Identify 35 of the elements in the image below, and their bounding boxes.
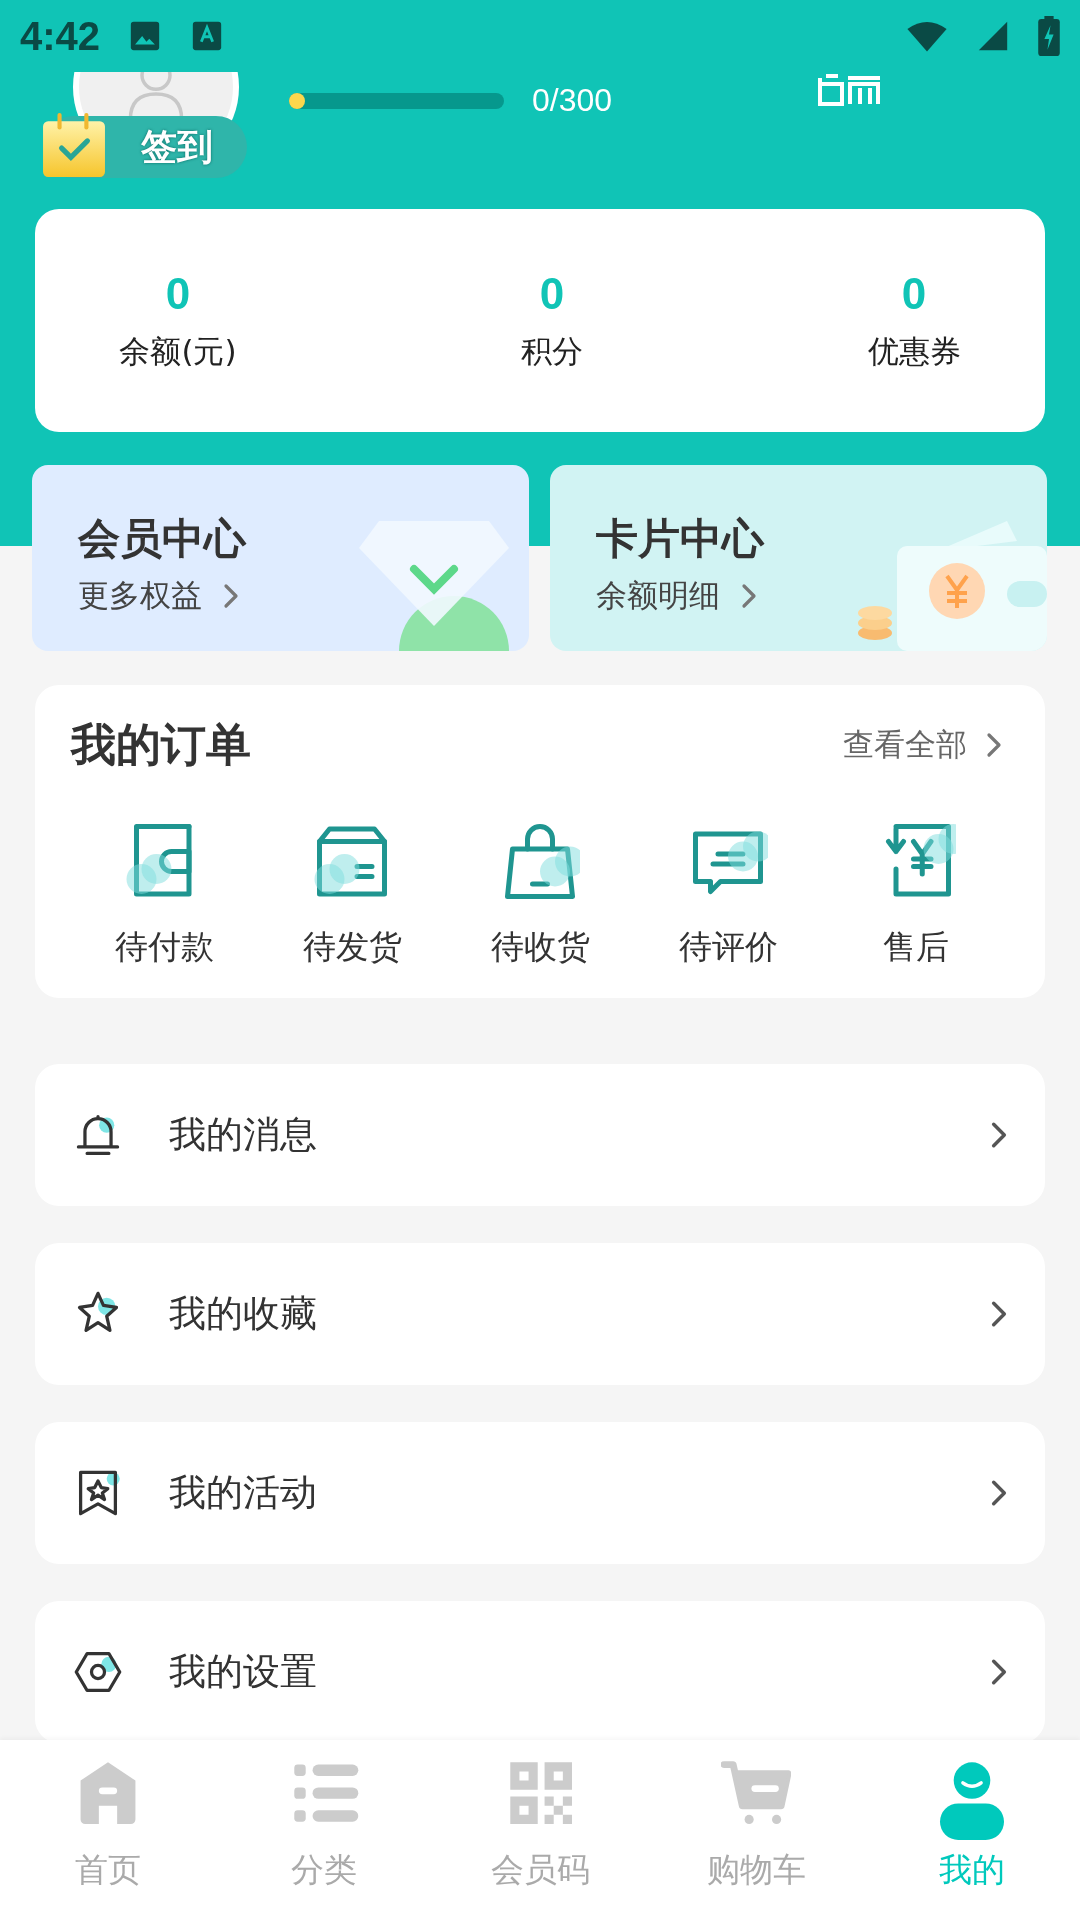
menu-row[interactable]: 我的消息: [35, 1064, 1045, 1206]
menu-row[interactable]: 我的收藏: [35, 1243, 1045, 1385]
order-status-button[interactable]: 待发货: [258, 819, 446, 970]
stat-label: 积分: [521, 331, 583, 371]
menu-label: 我的活动: [169, 1470, 318, 1516]
order-status-button[interactable]: 待收货: [446, 819, 634, 970]
calendar-check-icon: [43, 113, 105, 177]
signal-icon: [976, 19, 1010, 53]
promo-card[interactable]: 卡片中心 余额明细: [550, 465, 1047, 651]
section-title: 我的订单: [71, 717, 251, 773]
menu-label: 我的收藏: [169, 1291, 318, 1337]
menu-label: 我的消息: [169, 1112, 318, 1158]
view-all-link[interactable]: 查看全部: [843, 724, 1009, 766]
promo-title: 会员中心: [78, 513, 246, 565]
promo-title: 卡片中心: [596, 513, 764, 565]
menu-row[interactable]: 我的活动: [35, 1422, 1045, 1564]
order-status-button[interactable]: 待付款: [70, 819, 258, 970]
wifi-icon: [906, 19, 948, 53]
battery-icon: [1038, 16, 1060, 56]
status-time: 4:42: [20, 13, 101, 59]
promo-link[interactable]: 更多权益: [78, 575, 246, 617]
order-status-button[interactable]: 售后: [822, 819, 1010, 970]
progress-reading: 0/300: [532, 82, 613, 119]
promo-card[interactable]: 会员中心 更多权益: [32, 465, 529, 651]
grid-icon[interactable]: [818, 72, 883, 108]
stat-value: 0: [901, 268, 927, 319]
order-status-button[interactable]: 待评价: [634, 819, 822, 970]
stat-value: 0: [539, 268, 565, 319]
promo-link[interactable]: 余额明细: [596, 575, 764, 617]
stat-value: 0: [165, 268, 191, 319]
menu-row[interactable]: 我的设置: [35, 1601, 1045, 1740]
menu-label: 我的设置: [169, 1649, 318, 1695]
person-icon: [937, 1760, 1007, 1840]
stat-label: 余额(元): [119, 331, 237, 371]
stat-label: 优惠券: [867, 331, 961, 371]
